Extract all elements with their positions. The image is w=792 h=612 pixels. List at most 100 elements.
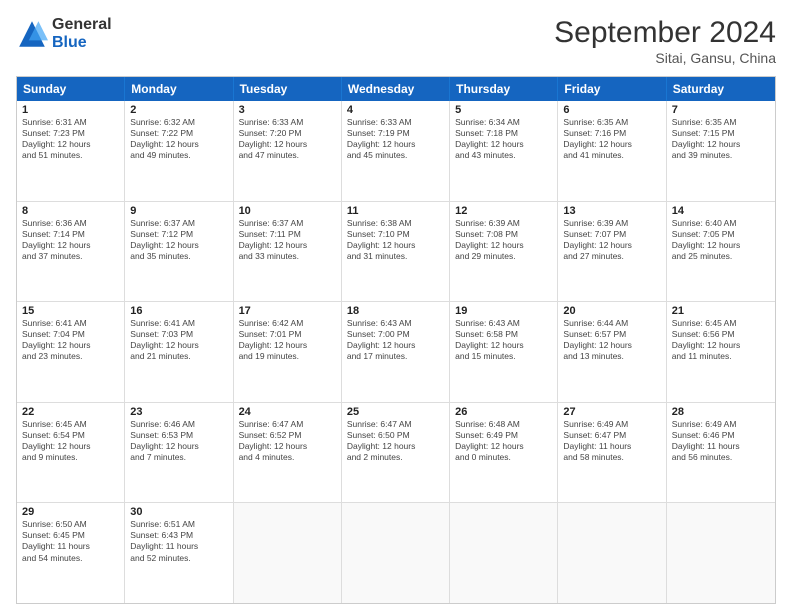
cell-info-line: Sunrise: 6:36 AM	[22, 218, 119, 229]
cell-info-line: Daylight: 11 hours	[130, 541, 227, 552]
cell-info-line: Sunset: 6:49 PM	[455, 430, 552, 441]
day-number: 22	[22, 406, 119, 418]
cell-info-line: and 33 minutes.	[239, 251, 336, 262]
cell-info-line: Sunrise: 6:40 AM	[672, 218, 770, 229]
day-cell-28: 28Sunrise: 6:49 AMSunset: 6:46 PMDayligh…	[667, 403, 775, 503]
cell-info-line: Sunset: 7:16 PM	[563, 128, 660, 139]
day-number: 24	[239, 406, 336, 418]
cell-info-line: Sunset: 7:07 PM	[563, 229, 660, 240]
header-day-tuesday: Tuesday	[234, 77, 342, 101]
cell-info-line: Sunrise: 6:33 AM	[239, 117, 336, 128]
cell-info-line: Sunrise: 6:41 AM	[22, 318, 119, 329]
calendar-body: 1Sunrise: 6:31 AMSunset: 7:23 PMDaylight…	[17, 101, 775, 603]
cell-info-line: Sunrise: 6:47 AM	[239, 419, 336, 430]
day-number: 7	[672, 104, 770, 116]
day-number: 26	[455, 406, 552, 418]
cell-info-line: Sunrise: 6:47 AM	[347, 419, 444, 430]
cell-info-line: Sunrise: 6:39 AM	[563, 218, 660, 229]
day-number: 30	[130, 506, 227, 518]
cell-info-line: Sunset: 7:14 PM	[22, 229, 119, 240]
day-cell-30: 30Sunrise: 6:51 AMSunset: 6:43 PMDayligh…	[125, 503, 233, 603]
cell-info-line: and 21 minutes.	[130, 351, 227, 362]
cell-info-line: Daylight: 12 hours	[22, 340, 119, 351]
title-section: September 2024 Sitai, Gansu, China	[554, 16, 776, 66]
cell-info-line: and 47 minutes.	[239, 150, 336, 161]
cell-info-line: and 7 minutes.	[130, 452, 227, 463]
cell-info-line: Sunrise: 6:43 AM	[347, 318, 444, 329]
cell-info-line: Sunset: 7:03 PM	[130, 329, 227, 340]
day-number: 14	[672, 205, 770, 217]
cell-info-line: Daylight: 11 hours	[563, 441, 660, 452]
day-number: 2	[130, 104, 227, 116]
cell-info-line: and 23 minutes.	[22, 351, 119, 362]
cell-info-line: Sunset: 7:20 PM	[239, 128, 336, 139]
cell-info-line: Sunset: 7:01 PM	[239, 329, 336, 340]
cell-info-line: Sunrise: 6:45 AM	[672, 318, 770, 329]
cell-info-line: Sunset: 6:57 PM	[563, 329, 660, 340]
day-number: 3	[239, 104, 336, 116]
cell-info-line: and 2 minutes.	[347, 452, 444, 463]
cell-info-line: and 41 minutes.	[563, 150, 660, 161]
cell-info-line: Sunrise: 6:35 AM	[672, 117, 770, 128]
calendar-row-2: 8Sunrise: 6:36 AMSunset: 7:14 PMDaylight…	[17, 202, 775, 303]
day-number: 23	[130, 406, 227, 418]
day-number: 27	[563, 406, 660, 418]
day-number: 1	[22, 104, 119, 116]
day-number: 19	[455, 305, 552, 317]
day-cell-20: 20Sunrise: 6:44 AMSunset: 6:57 PMDayligh…	[558, 302, 666, 402]
day-number: 13	[563, 205, 660, 217]
day-number: 8	[22, 205, 119, 217]
cell-info-line: Daylight: 12 hours	[239, 240, 336, 251]
day-cell-19: 19Sunrise: 6:43 AMSunset: 6:58 PMDayligh…	[450, 302, 558, 402]
day-cell-16: 16Sunrise: 6:41 AMSunset: 7:03 PMDayligh…	[125, 302, 233, 402]
day-cell-2: 2Sunrise: 6:32 AMSunset: 7:22 PMDaylight…	[125, 101, 233, 201]
cell-info-line: Sunset: 7:12 PM	[130, 229, 227, 240]
cell-info-line: and 49 minutes.	[130, 150, 227, 161]
day-number: 12	[455, 205, 552, 217]
cell-info-line: Daylight: 12 hours	[347, 240, 444, 251]
logo: General Blue	[16, 16, 112, 52]
cell-info-line: Daylight: 12 hours	[455, 240, 552, 251]
cell-info-line: Sunrise: 6:51 AM	[130, 519, 227, 530]
day-cell-21: 21Sunrise: 6:45 AMSunset: 6:56 PMDayligh…	[667, 302, 775, 402]
day-cell-22: 22Sunrise: 6:45 AMSunset: 6:54 PMDayligh…	[17, 403, 125, 503]
day-cell-4: 4Sunrise: 6:33 AMSunset: 7:19 PMDaylight…	[342, 101, 450, 201]
cell-info-line: Daylight: 12 hours	[22, 240, 119, 251]
header-day-friday: Friday	[558, 77, 666, 101]
cell-info-line: Daylight: 12 hours	[563, 340, 660, 351]
cell-info-line: Sunset: 6:50 PM	[347, 430, 444, 441]
header-day-monday: Monday	[125, 77, 233, 101]
header-day-thursday: Thursday	[450, 77, 558, 101]
day-number: 21	[672, 305, 770, 317]
day-cell-25: 25Sunrise: 6:47 AMSunset: 6:50 PMDayligh…	[342, 403, 450, 503]
cell-info-line: Daylight: 12 hours	[672, 240, 770, 251]
cell-info-line: Sunrise: 6:50 AM	[22, 519, 119, 530]
month-title: September 2024	[554, 16, 776, 50]
cell-info-line: Daylight: 12 hours	[347, 340, 444, 351]
empty-cell-4-3	[342, 503, 450, 603]
cell-info-line: and 15 minutes.	[455, 351, 552, 362]
day-number: 18	[347, 305, 444, 317]
cell-info-line: Sunset: 6:46 PM	[672, 430, 770, 441]
cell-info-line: and 27 minutes.	[563, 251, 660, 262]
cell-info-line: Sunrise: 6:49 AM	[563, 419, 660, 430]
cell-info-line: Sunset: 6:58 PM	[455, 329, 552, 340]
cell-info-line: and 37 minutes.	[22, 251, 119, 262]
cell-info-line: Sunset: 7:23 PM	[22, 128, 119, 139]
cell-info-line: Daylight: 12 hours	[347, 441, 444, 452]
header-day-saturday: Saturday	[667, 77, 775, 101]
cell-info-line: Daylight: 12 hours	[455, 441, 552, 452]
cell-info-line: and 9 minutes.	[22, 452, 119, 463]
cell-info-line: and 54 minutes.	[22, 553, 119, 564]
cell-info-line: Sunrise: 6:48 AM	[455, 419, 552, 430]
cell-info-line: and 25 minutes.	[672, 251, 770, 262]
day-cell-17: 17Sunrise: 6:42 AMSunset: 7:01 PMDayligh…	[234, 302, 342, 402]
cell-info-line: and 43 minutes.	[455, 150, 552, 161]
day-number: 25	[347, 406, 444, 418]
cell-info-line: Daylight: 12 hours	[563, 139, 660, 150]
cell-info-line: Sunrise: 6:34 AM	[455, 117, 552, 128]
day-cell-5: 5Sunrise: 6:34 AMSunset: 7:18 PMDaylight…	[450, 101, 558, 201]
cell-info-line: Daylight: 12 hours	[563, 240, 660, 251]
cell-info-line: and 11 minutes.	[672, 351, 770, 362]
cell-info-line: Sunrise: 6:44 AM	[563, 318, 660, 329]
